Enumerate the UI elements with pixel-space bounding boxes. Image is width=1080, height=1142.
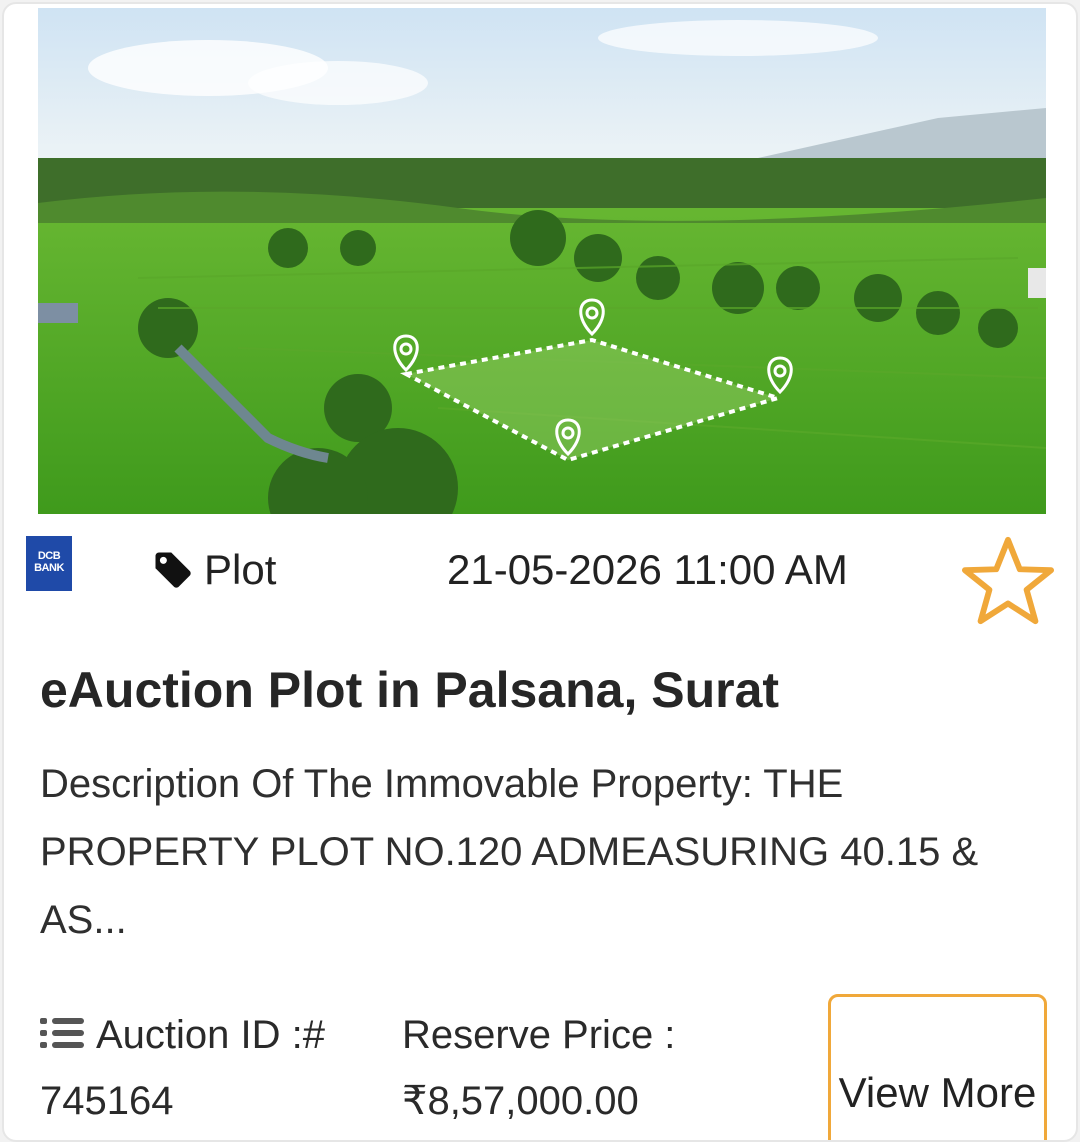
listing-card[interactable]: DCB BANK Plot 21-05-2026 11:00 AM eAucti… (2, 2, 1078, 1142)
bank-logo: DCB BANK (26, 536, 72, 591)
property-category: Plot (152, 546, 277, 593)
reserve-price-value: ₹8,57,000.00 (402, 1079, 639, 1123)
tag-icon (155, 552, 191, 588)
auction-datetime: 21-05-2026 11:00 AM (447, 546, 848, 593)
property-photo-illustration (38, 8, 1046, 514)
bank-logo-line1: DCB (37, 550, 61, 562)
category-label: Plot (204, 546, 277, 593)
auction-id-label: Auction ID :# (96, 1013, 326, 1057)
view-more-button[interactable]: View More (828, 994, 1047, 1140)
listing-description: Description Of The Immovable Property: T… (40, 762, 979, 942)
property-image[interactable] (38, 8, 1046, 514)
star-outline-icon[interactable] (959, 534, 1057, 628)
reserve-price-block: Reserve Price : ₹8,57,000.00 (402, 1002, 675, 1134)
bank-logo-line2: BANK (34, 562, 64, 574)
listing-meta-row: DCB BANK Plot 21-05-2026 11:00 AM (4, 524, 1076, 625)
list-icon (40, 1018, 84, 1048)
reserve-price-label: Reserve Price : (402, 1013, 676, 1057)
auction-id-value: 745164 (40, 1079, 174, 1123)
listing-title[interactable]: eAuction Plot in Palsana, Surat (40, 660, 779, 720)
auction-id-block: Auction ID :# 745164 (40, 1002, 325, 1134)
